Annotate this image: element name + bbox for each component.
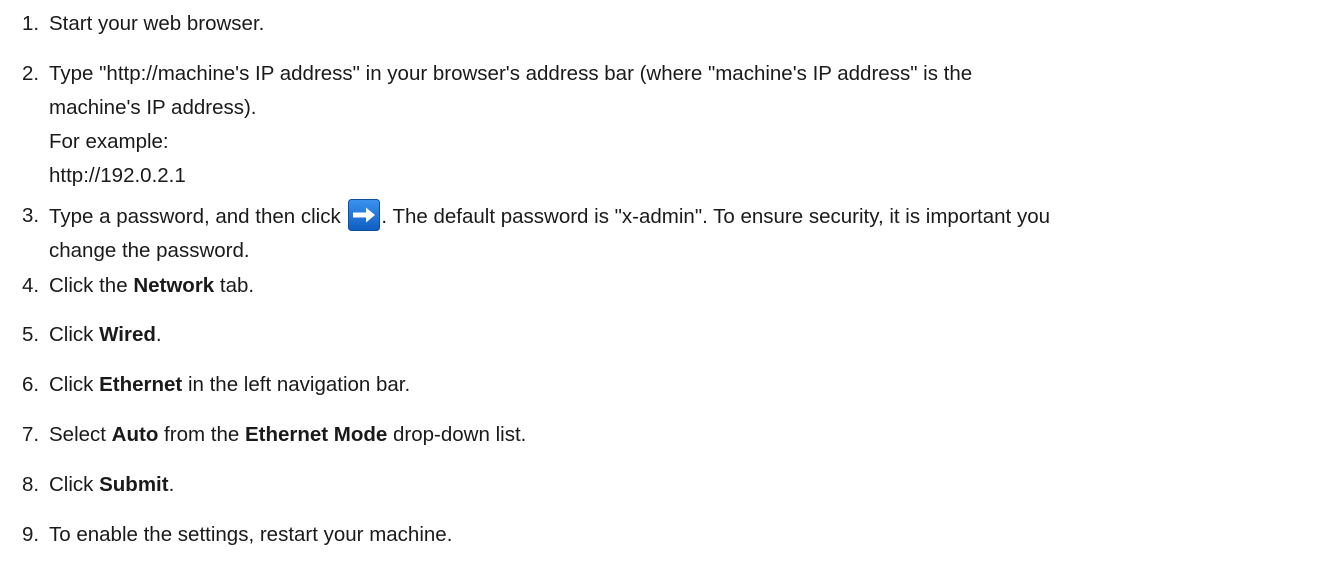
step-line: change the password. — [49, 239, 250, 262]
ui-term-ethernet-mode: Ethernet Mode — [244, 423, 388, 446]
step-text-segment: Select — [49, 423, 112, 446]
step-text: Click Ethernet in the left navigation ba… — [49, 368, 1329, 402]
step-number: 9. — [22, 523, 40, 546]
step-text-segment: Type a password, and then click — [49, 205, 347, 228]
step-line: To enable the settings, restart your mac… — [49, 523, 453, 546]
step-text: Type a password, and then click . The de… — [49, 199, 1329, 268]
step-line: Click Ethernet in the left navigation ba… — [49, 368, 1329, 402]
step-line: machine's IP address). — [49, 96, 257, 119]
ui-term-network: Network — [133, 274, 215, 297]
step-text-segment: . The default password is "x-admin". To … — [381, 205, 1050, 228]
step-line: Click the Network tab. — [49, 269, 1329, 303]
step-number: 8. — [22, 473, 40, 496]
step-number: 1. — [22, 12, 40, 35]
step-text-segment: drop-down list. — [387, 423, 527, 446]
example-url: http://192.0.2.1 — [49, 164, 186, 187]
step-line: Type a password, and then click . The de… — [49, 199, 1329, 234]
step-line: Select Auto from the Ethernet Mode drop-… — [49, 418, 1329, 452]
step-text-segment: in the left navigation bar. — [182, 373, 411, 396]
step-text-segment: tab. — [214, 274, 255, 297]
step-line: Click Submit. — [49, 468, 1329, 502]
step-text-segment: Click — [49, 473, 100, 496]
step-number: 5. — [22, 323, 40, 346]
step-text: Select Auto from the Ethernet Mode drop-… — [49, 418, 1329, 452]
step-text: Click Wired. — [49, 318, 1329, 352]
step-text: To enable the settings, restart your mac… — [49, 518, 1329, 552]
example-label: For example: — [49, 130, 169, 153]
ui-term-wired: Wired — [99, 323, 156, 346]
step-text-segment: from the — [158, 423, 245, 446]
step-number: 3. — [22, 204, 40, 227]
step-text-segment: . — [155, 323, 162, 346]
step-text: Click the Network tab. — [49, 269, 1329, 303]
step-text-segment: Click the — [49, 274, 134, 297]
ui-term-ethernet: Ethernet — [99, 373, 183, 396]
step-text-segment: . — [168, 473, 175, 496]
step-number: 7. — [22, 423, 40, 446]
ui-term-auto: Auto — [111, 423, 159, 446]
step-text: Type "http://machine's IP address" in yo… — [49, 57, 1329, 193]
step-text-segment: Click — [49, 373, 100, 396]
step-text-segment: Click — [49, 323, 100, 346]
step-text: Click Submit. — [49, 468, 1329, 502]
step-text: Start your web browser. — [49, 7, 1329, 41]
right-arrow-icon — [348, 199, 381, 231]
ui-term-submit: Submit — [99, 473, 169, 496]
step-number: 4. — [22, 274, 40, 297]
step-number: 6. — [22, 373, 40, 396]
step-line: Click Wired. — [49, 318, 1329, 352]
step-line: Type "http://machine's IP address" in yo… — [49, 62, 973, 85]
step-line: Start your web browser. — [49, 12, 265, 35]
step-number: 2. — [22, 62, 40, 85]
